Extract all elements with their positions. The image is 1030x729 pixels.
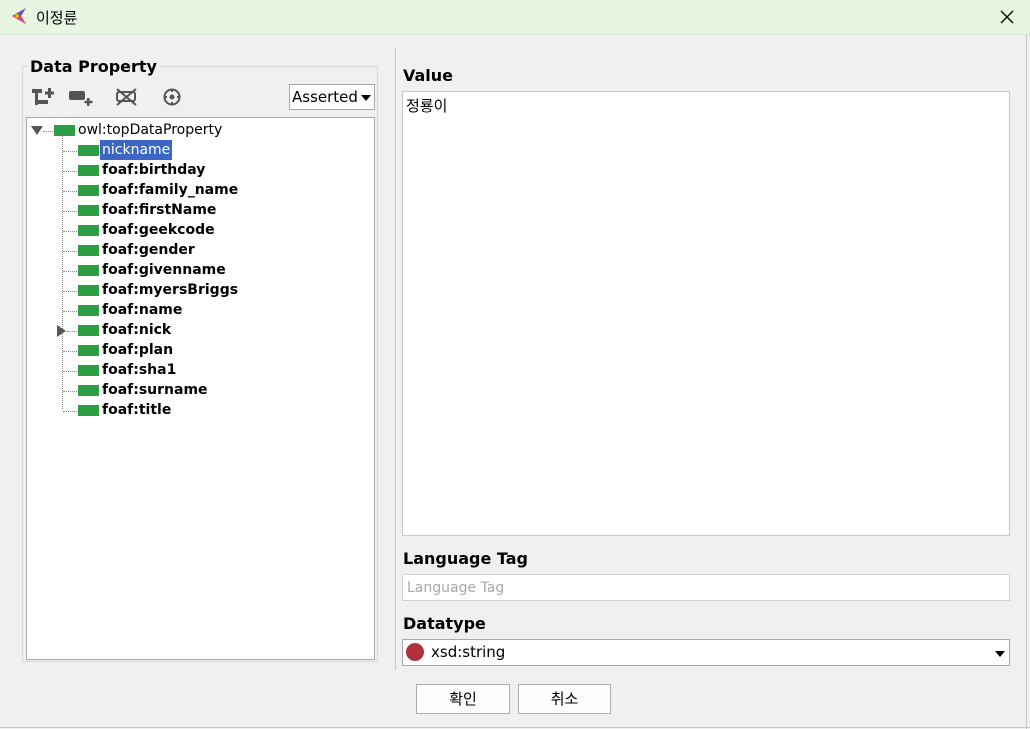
splitter[interactable] [395,48,396,670]
tree-node[interactable]: nickname [27,140,374,160]
data-property-icon [78,205,99,216]
language-tag-input[interactable]: Language Tag [402,574,1010,601]
data-property-icon [78,245,99,256]
tree-connector [63,371,77,372]
tree-node-label: foaf:myersBriggs [102,282,239,298]
close-button[interactable] [984,0,1030,34]
window-border [0,727,1030,728]
datatype-value: xsd:string [431,643,506,661]
protege-app-icon [12,8,26,24]
tree-node-label: foaf:surname [102,382,208,398]
tree-connector [63,211,77,212]
tree-node-label: foaf:sha1 [102,362,177,378]
data-property-title: Data Property [28,57,159,76]
tree-connector [63,191,77,192]
tree-connector [63,171,77,172]
tree-node-label: foaf:givenname [102,262,226,278]
expand-triangle-icon[interactable] [31,126,43,136]
tree-connector [67,331,77,332]
view-mode-dropdown[interactable]: Asserted [289,84,375,110]
close-icon [1000,10,1014,24]
data-property-tree[interactable]: owl:topDataProperty nickname foaf:birthd… [26,117,375,660]
tree-node[interactable]: foaf:title [27,400,374,420]
tree-node[interactable]: foaf:firstName [27,200,374,220]
data-property-icon [78,385,99,396]
tree-connector [63,151,77,152]
ok-button[interactable]: 확인 [416,684,510,714]
tree-node[interactable]: foaf:sha1 [27,360,374,380]
value-label: Value [403,66,454,85]
tree-connector [63,291,77,292]
datatype-label: Datatype [403,614,486,633]
tree-node[interactable]: foaf:surname [27,380,374,400]
tree-connector [63,231,77,232]
add-subproperty-icon[interactable] [31,86,57,108]
tree-connector [63,271,77,272]
window-border [1026,34,1027,729]
delete-property-icon[interactable] [115,86,139,108]
window-title: 이정륜 [36,9,78,27]
data-property-icon [78,165,99,176]
data-property-icon [78,305,99,316]
data-property-icon [78,345,99,356]
chevron-down-icon [995,651,1005,657]
tree-node[interactable]: foaf:geekcode [27,220,374,240]
tree-node[interactable]: foaf:givenname [27,260,374,280]
expand-triangle-icon[interactable] [57,325,67,337]
view-mode-value: Asserted [292,88,358,106]
data-property-icon [78,285,99,296]
tree-connector [63,311,77,312]
data-property-icon [78,365,99,376]
tree-node[interactable]: foaf:gender [27,240,374,260]
tree-node-root[interactable]: owl:topDataProperty [27,120,374,140]
datatype-dropdown[interactable]: xsd:string [402,639,1010,666]
tree-node-label-selected: nickname [100,140,173,160]
tree-node[interactable]: foaf:myersBriggs [27,280,374,300]
data-property-icon [78,265,99,276]
tree-connector [63,351,77,352]
tree-node-label: foaf:firstName [102,202,217,218]
data-property-icon [78,185,99,196]
tree-connector [43,131,53,132]
tree-node-label: foaf:geekcode [102,222,215,238]
data-property-icon [78,325,99,336]
tree-node-label: foaf:family_name [102,182,239,198]
tree-connector [63,411,77,412]
tree-connector [63,391,77,392]
add-sibling-icon[interactable] [68,86,96,108]
data-property-icon [78,225,99,236]
tree-node-label: owl:topDataProperty [78,122,223,138]
datatype-icon [406,643,424,661]
tree-node-label: foaf:plan [102,342,174,358]
data-property-icon [78,405,99,416]
tree-node-label: foaf:name [102,302,183,318]
tree-node-label: foaf:nick [102,322,172,338]
value-textarea[interactable]: 정룡이 [402,91,1010,536]
title-bar: 이정륜 [0,0,1030,35]
tree-connector [63,251,77,252]
data-property-icon [54,125,75,136]
tree-node-label: foaf:title [102,402,172,418]
tree-node-label: foaf:gender [102,242,195,258]
language-tag-placeholder: Language Tag [407,580,505,596]
chevron-down-icon [361,95,371,101]
tree-node[interactable]: foaf:nick [27,320,374,340]
language-tag-label: Language Tag [403,549,528,568]
cancel-button[interactable]: 취소 [518,684,611,714]
tree-node[interactable]: foaf:family_name [27,180,374,200]
target-icon[interactable] [162,86,184,108]
tree-node-label: foaf:birthday [102,162,206,178]
tree-node[interactable]: foaf:name [27,300,374,320]
tree-node[interactable]: foaf:plan [27,340,374,360]
tree-node[interactable]: foaf:birthday [27,160,374,180]
data-property-icon [78,145,99,156]
